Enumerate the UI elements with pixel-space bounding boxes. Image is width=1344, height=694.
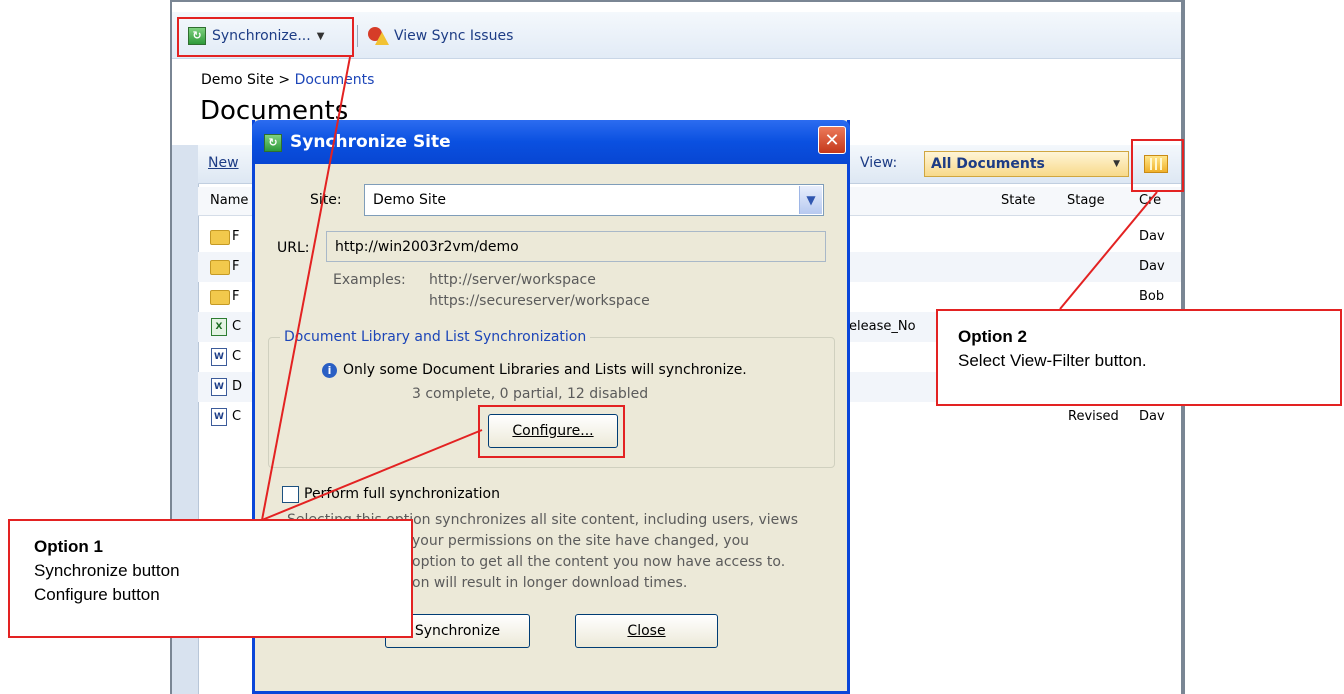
option2-title: Option 2 [958,327,1027,346]
leader-line-synchronize [261,56,351,521]
leader-line-configure [261,429,483,521]
option2-line1: Select View-Filter button. [958,351,1147,370]
option1-title: Option 1 [34,537,103,556]
option1-line1: Synchronize button [34,561,180,580]
option1-line2: Configure button [34,585,160,604]
leader-line-filter [1059,191,1158,310]
option2-callout: Option 2 Select View-Filter button. [936,309,1342,406]
option1-callout: Option 1 Synchronize button Configure bu… [8,519,413,638]
